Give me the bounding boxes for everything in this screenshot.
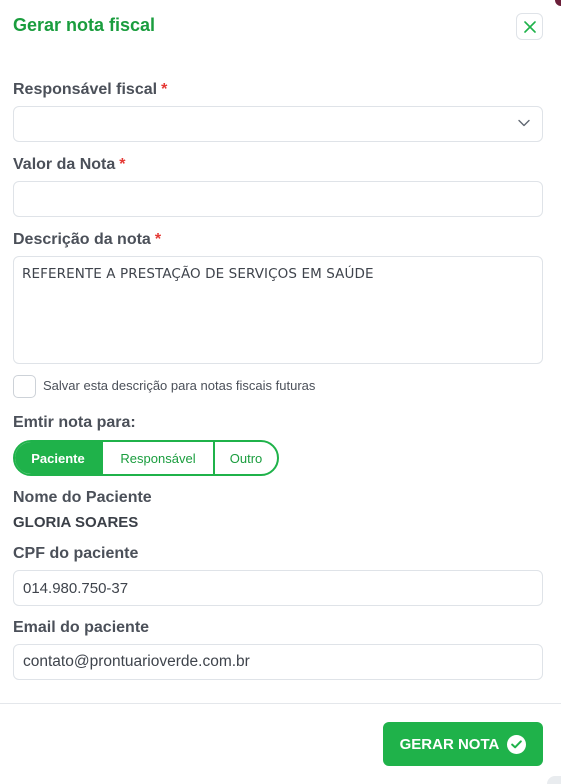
required-asterisk: * xyxy=(154,231,162,248)
email-paciente-input[interactable]: contato@prontuarioverde.com.br xyxy=(13,644,543,680)
generate-invoice-modal: Gerar nota fiscal Responsável fiscal * Va… xyxy=(0,0,561,784)
save-description-checkbox[interactable] xyxy=(13,375,36,398)
cpf-paciente-input[interactable]: 014.980.750-37 xyxy=(13,570,543,606)
segment-responsavel[interactable]: Responsável xyxy=(101,442,213,474)
descricao-nota-label-text: Descrição da nota xyxy=(13,231,151,248)
modal-title: Gerar nota fiscal xyxy=(13,15,156,35)
email-paciente-label: Email do paciente xyxy=(13,619,150,636)
descricao-nota-value: REFERENTE A PRESTAÇÃO DE SERVIÇOS EM SAÚ… xyxy=(22,266,374,282)
resize-corner-decoration xyxy=(547,776,561,784)
email-paciente-value: contato@prontuarioverde.com.br xyxy=(23,653,250,670)
valor-nota-label-text: Valor da Nota xyxy=(13,156,116,173)
cpf-paciente-label: CPF do paciente xyxy=(13,545,139,562)
emitir-nota-segmented-control: Paciente Responsável Outro xyxy=(13,440,279,476)
check-circle-icon xyxy=(507,734,527,754)
valor-nota-label: Valor da Nota * xyxy=(13,156,125,174)
valor-nota-input[interactable] xyxy=(13,181,543,217)
cpf-paciente-value: 014.980.750-37 xyxy=(23,580,129,597)
gerar-nota-button[interactable]: GERAR NOTA xyxy=(383,722,543,766)
footer-divider xyxy=(0,703,561,704)
descricao-nota-textarea[interactable]: REFERENTE A PRESTAÇÃO DE SERVIÇOS EM SAÚ… xyxy=(13,256,543,364)
close-icon xyxy=(523,20,536,33)
close-button[interactable] xyxy=(516,13,543,40)
gerar-nota-label: GERAR NOTA xyxy=(399,735,500,753)
segment-paciente[interactable]: Paciente xyxy=(15,442,101,474)
required-asterisk: * xyxy=(161,81,168,98)
nome-paciente-value: GLORIA SOARES xyxy=(13,514,139,531)
nome-paciente-label: Nome do Paciente xyxy=(13,489,152,506)
chevron-down-icon xyxy=(518,119,530,127)
save-description-label: Salvar esta descrição para notas fiscais… xyxy=(43,378,316,393)
segment-outro[interactable]: Outro xyxy=(213,442,277,474)
responsavel-fiscal-select[interactable] xyxy=(13,106,543,142)
window-corner-decoration xyxy=(555,0,561,6)
emitir-nota-label: Emtir nota para: xyxy=(13,414,136,431)
required-asterisk: * xyxy=(119,156,126,173)
responsavel-fiscal-label-text: Responsável fiscal xyxy=(13,81,158,98)
responsavel-fiscal-label: Responsável fiscal * xyxy=(13,81,167,99)
descricao-nota-label: Descrição da nota * xyxy=(13,231,161,249)
